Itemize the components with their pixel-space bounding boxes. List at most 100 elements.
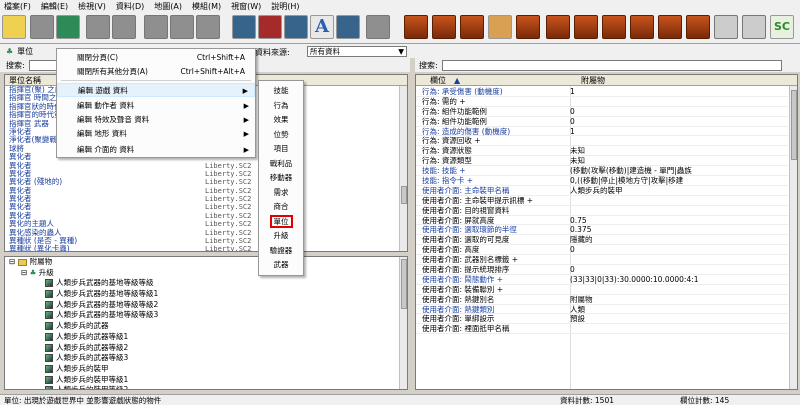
property-row[interactable]: 使用者介面: 目的視窗資料 [416, 206, 788, 216]
tree-item[interactable]: 人類步兵的武器等級1 [5, 332, 407, 343]
submenu-item[interactable]: 升級 [259, 229, 303, 243]
unit-list-scrollbar[interactable] [399, 86, 407, 251]
tree-scrollbar[interactable] [399, 257, 407, 389]
property-row[interactable]: 使用者介面: 提示統現排序 0 [416, 265, 788, 275]
unit-row[interactable]: 異化者 (殘地的) Liberty.SC2 [5, 178, 407, 187]
right-search-input[interactable] [441, 59, 782, 71]
unit-tab-label[interactable]: 單位 [17, 46, 33, 57]
property-row[interactable]: 使用者介面: 選取環節的半徑 0.375 [416, 225, 788, 236]
menu-3[interactable]: 資料(D) [116, 1, 144, 12]
submenu-item[interactable]: 位勢 [259, 128, 303, 142]
value-column-header[interactable]: 附屬物 [581, 75, 605, 86]
import-editor-icon[interactable] [336, 15, 360, 39]
tree-root[interactable]: ⊟ 附屬物 [5, 257, 407, 268]
save-icon[interactable] [56, 15, 80, 39]
property-row[interactable]: 使用者介面: 裡面抵甲名稱 [416, 324, 788, 335]
module-3-icon[interactable] [460, 15, 484, 39]
tree-item[interactable]: 人類步兵武器的基地等級等級 [5, 278, 407, 289]
submenu-item[interactable]: 戰利品 [259, 157, 303, 171]
unit-row[interactable]: 異種狀 (異化卡蟲) Liberty.SC2 [5, 245, 407, 251]
property-row[interactable]: 使用者介面: 屏就高度 0.75 [416, 216, 788, 226]
property-row[interactable]: 使用者介面: 裝備聯別 + [416, 285, 788, 295]
property-row[interactable]: 使用者介面: 選取的可見度 隱藏的 [416, 235, 788, 246]
person-icon[interactable] [742, 15, 766, 39]
property-row[interactable]: 使用者介面: 主命裝甲提示訊標 + [416, 196, 788, 206]
tree-item[interactable]: 人類步兵的裝甲等級2 [5, 385, 407, 389]
property-row[interactable]: 行為: 承受傷害 (動機度) 1 [416, 87, 788, 97]
unit-row[interactable]: 異化者 Liberty.SC2 [5, 211, 407, 220]
tree-item[interactable]: 人類步兵武器的基地等級等級2 [5, 300, 407, 311]
property-row[interactable]: 使用者介面: 熱鍵類別 人類 [416, 305, 788, 315]
property-row[interactable]: 使用者介面: 主命裝甲名稱 人類步兵的裝甲 [416, 186, 788, 196]
copy-icon[interactable] [170, 15, 194, 39]
context-menu-item[interactable]: 編輯 遊戲 資料 ▶ [57, 83, 255, 97]
tree-item[interactable]: 人類步兵的武器等級2 [5, 343, 407, 354]
menu-7[interactable]: 說明(H) [271, 1, 299, 12]
tree-item[interactable]: 人類步兵的武器等級3 [5, 353, 407, 364]
unit-row[interactable]: 異化者 Liberty.SC2 [5, 186, 407, 195]
submenu-item[interactable]: 需求 [259, 186, 303, 200]
submenu-item[interactable]: 武器 [259, 258, 303, 272]
submenu-item[interactable]: 商合 [259, 200, 303, 214]
module-8-icon[interactable] [602, 15, 626, 39]
sort-ascending-icon[interactable]: ▲ [454, 76, 460, 85]
menu-4[interactable]: 地圖(A) [154, 1, 182, 12]
module-9-icon[interactable] [630, 15, 654, 39]
submenu-item[interactable]: 效果 [259, 113, 303, 127]
property-row[interactable]: 使用者介面: 鬧態動作 + (33|33|0|33):30.0000:10.000… [416, 275, 788, 285]
unit-row[interactable]: 異化者 Liberty.SC2 [5, 169, 407, 178]
property-row[interactable]: 使用者介面: 熱鍵別名 附屬物 [416, 295, 788, 305]
property-row[interactable]: 行為: 需的 + [416, 97, 788, 107]
paste-icon[interactable] [196, 15, 220, 39]
module-2-icon[interactable] [432, 15, 456, 39]
cursor-icon[interactable] [714, 15, 738, 39]
module-10-icon[interactable] [658, 15, 682, 39]
submenu-item[interactable]: 行為 [259, 99, 303, 113]
property-row[interactable]: 行為: 資源類型 未知 [416, 156, 788, 167]
property-row[interactable]: 行為: 組件功能範例 0 [416, 117, 788, 127]
property-row[interactable]: 使用者介面: 單綁設示 預設 [416, 314, 788, 325]
menu-2[interactable]: 檢視(V) [78, 1, 106, 12]
tree-item[interactable]: 人類步兵的裝甲等級1 [5, 375, 407, 386]
property-row[interactable]: 行為: 資源狀態 未知 [416, 146, 788, 157]
sc-logo-icon[interactable]: SC [770, 15, 794, 39]
tree-group[interactable]: ⊟ ♣ 升級 [5, 268, 407, 279]
menu-5[interactable]: 模組(M) [192, 1, 221, 12]
module-4-icon[interactable] [488, 15, 512, 39]
submenu-item[interactable]: 單位 [259, 214, 303, 229]
context-menu-item[interactable]: 關閉所有其他分頁(A) Ctrl+Shift+Alt+A [57, 65, 255, 79]
context-menu-item[interactable]: 編輯 介面的 資料 ▶ [57, 143, 255, 157]
context-menu-item[interactable]: 編輯 特效及聲音 資料 ▶ [57, 113, 255, 127]
module-6-icon[interactable] [546, 15, 570, 39]
submenu-item[interactable]: 驗證器 [259, 244, 303, 258]
property-row[interactable]: 使用者介面: 高度 0 [416, 245, 788, 256]
tree-item[interactable]: 人類步兵武器的基地等級等級3 [5, 310, 407, 321]
undo-icon[interactable] [86, 15, 110, 39]
property-row[interactable]: 技能: 指令卡 + 0,((移動|停止|模地方守|攻擊|移建 [416, 176, 788, 186]
context-menu-item[interactable]: 關閉分頁(C) Ctrl+Shift+A [57, 51, 255, 65]
module-5-icon[interactable] [516, 15, 540, 39]
submenu-item[interactable]: 移動器 [259, 171, 303, 185]
trigger-editor-icon[interactable] [258, 15, 282, 39]
module-1-icon[interactable] [404, 15, 428, 39]
unit-row[interactable]: 異化的主題人 Liberty.SC2 [5, 220, 407, 229]
field-column-header[interactable]: 欄位 [430, 75, 446, 86]
terrain-editor-icon[interactable] [232, 15, 256, 39]
redo-icon[interactable] [112, 15, 136, 39]
menu-6[interactable]: 視窗(W) [231, 1, 261, 12]
properties-scrollbar[interactable] [789, 86, 797, 389]
menu-1[interactable]: 編輯(E) [41, 1, 68, 12]
tree-item[interactable]: 人類步兵武器的基地等級等級1 [5, 289, 407, 300]
property-row[interactable]: 使用者介面: 武器別名標籤 + [416, 255, 788, 266]
module-7-icon[interactable] [574, 15, 598, 39]
property-row[interactable]: 行為: 造成的傷害 (動機度) 1 [416, 127, 788, 137]
unit-row[interactable]: 異化者 Liberty.SC2 [5, 203, 407, 212]
ai-editor-icon[interactable] [366, 15, 390, 39]
submenu-item[interactable]: 技能 [259, 84, 303, 98]
edit-icon[interactable] [30, 15, 54, 39]
source-select[interactable]: 所有資料 ▼ [307, 46, 407, 57]
text-editor-icon[interactable]: A [310, 15, 334, 39]
data-editor-icon[interactable] [284, 15, 308, 39]
context-menu-item[interactable]: 編輯 動作者 資料 ▶ [57, 99, 255, 113]
module-11-icon[interactable] [686, 15, 710, 39]
